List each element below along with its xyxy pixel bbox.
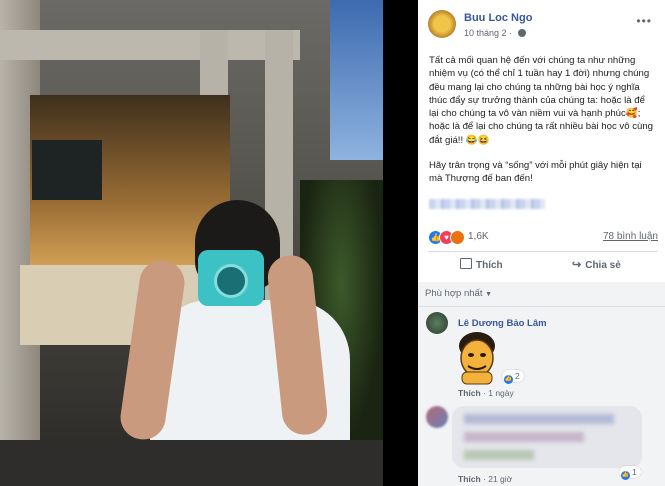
comment-time[interactable]: 1 ngày — [488, 388, 514, 398]
comment-sticker — [459, 332, 495, 385]
caret-down-icon: ▼ — [485, 291, 493, 298]
post-paragraph: Hãy trân trọng và “sống” với mỗi phút gi… — [429, 160, 642, 185]
post-stats: 👍 ♥ 1,6K 78 bình luận — [428, 230, 658, 246]
post-panel: Buu Loc Ngo 10 tháng 2 · ••• Tất cả mối … — [418, 0, 665, 486]
comment-time[interactable]: 21 giờ — [488, 474, 512, 484]
thumbs-up-icon — [460, 258, 472, 269]
author-avatar[interactable] — [428, 10, 456, 38]
comments-section: Phù hợp nhất ▼ Lê Dương Bảo Lâm 👍 2 Thích… — [418, 282, 665, 486]
globe-icon — [517, 29, 526, 37]
comment-sort[interactable]: Phù hợp nhất ▼ — [425, 288, 492, 299]
comment-reactions[interactable]: 👍 1 — [619, 466, 641, 480]
share-button[interactable]: ↪ Chia sẻ — [572, 258, 621, 271]
comment-like-link[interactable]: Thích — [458, 474, 481, 484]
post-meta: 10 tháng 2 · — [464, 28, 526, 38]
angry-reaction-icon[interactable] — [450, 230, 465, 245]
reaction-count[interactable]: 1,6K — [468, 231, 489, 242]
comment-meta: Thích · 21 giờ — [458, 474, 513, 484]
comment-reactions[interactable]: 👍 2 — [502, 370, 524, 384]
photo-sky — [330, 0, 383, 160]
more-icon[interactable]: ••• — [636, 14, 652, 28]
blurred-hashtags — [429, 199, 545, 210]
post-paragraph: Tất cả mối quan hệ đến với chúng ta như … — [429, 55, 654, 146]
like-reaction-icon: 👍 — [504, 375, 513, 384]
comment-bubble-blurred — [452, 406, 642, 468]
share-icon: ↪ — [572, 259, 582, 271]
post-text: Tất cả mối quan hệ đến với chúng ta như … — [429, 54, 657, 211]
post-actions: Thích ↪ Chia sẻ — [428, 255, 658, 277]
like-button[interactable]: Thích — [460, 258, 503, 271]
author-name[interactable]: Buu Loc Ngo — [464, 12, 532, 24]
divider — [428, 251, 658, 252]
post-date[interactable]: 10 tháng 2 — [464, 28, 507, 38]
commenter-avatar[interactable] — [426, 406, 448, 428]
comment-like-link[interactable]: Thích — [458, 388, 481, 398]
comment-count[interactable]: 78 bình luận — [603, 231, 658, 242]
comment-meta: Thích · 1 ngày — [458, 388, 514, 398]
post-photo[interactable] — [0, 0, 383, 486]
post-header: Buu Loc Ngo 10 tháng 2 · ••• — [428, 10, 658, 44]
like-reaction-icon: 👍 — [621, 471, 630, 480]
commenter-avatar[interactable] — [426, 312, 448, 334]
